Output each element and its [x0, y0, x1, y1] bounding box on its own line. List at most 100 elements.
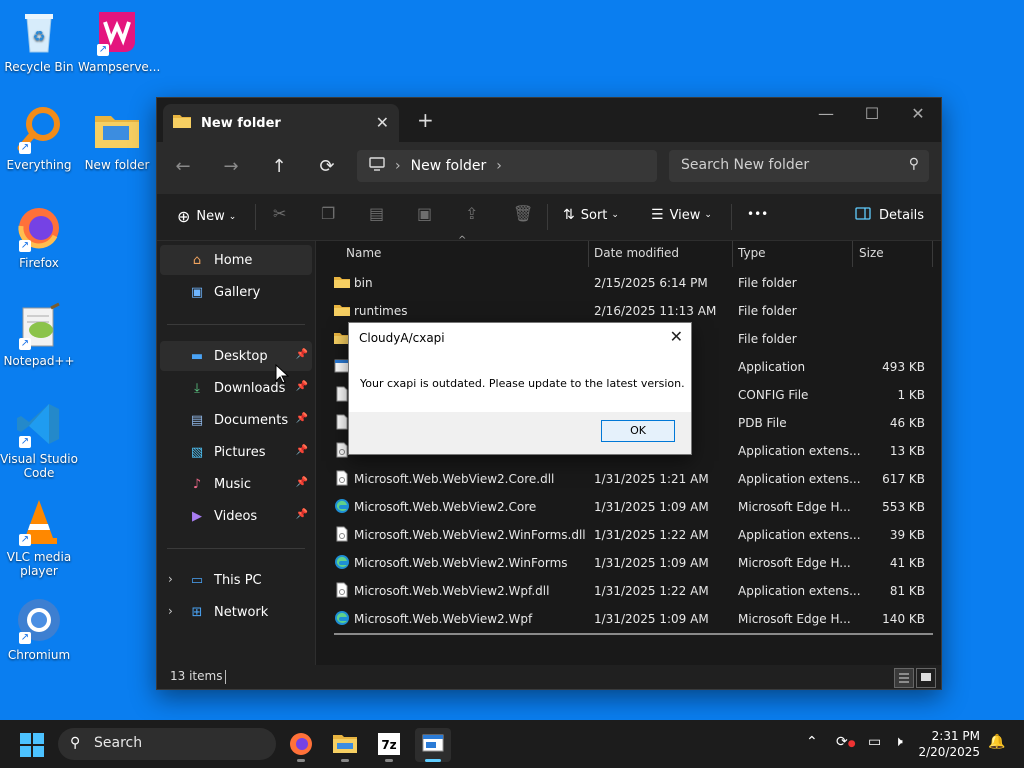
view-button[interactable]: ☰ View ⌄ [651, 207, 712, 223]
cut-icon[interactable]: ✂ [273, 204, 286, 223]
forward-arrow-icon[interactable]: → [219, 156, 243, 177]
clock-time: 2:31 PM [931, 729, 980, 743]
file-name: Microsoft.Web.WebView2.WinForms [354, 556, 568, 570]
column-header-type[interactable]: Type [738, 246, 766, 260]
chevron-right-icon[interactable]: › [496, 158, 502, 174]
file-row[interactable]: Microsoft.Web.WebView2.Wpf.dll 1/31/2025 … [316, 577, 941, 605]
desktop-icon-everything[interactable]: ↗ Everything [0, 106, 78, 172]
sidebar-item-network[interactable]: › ⊞ Network [160, 597, 312, 627]
desktop-icon-vscode[interactable]: ↗ Visual Studio Code [0, 400, 78, 480]
file-name: Microsoft.Web.WebView2.Wpf.dll [354, 584, 550, 598]
file-row[interactable]: Microsoft.Web.WebView2.Core.dll 1/31/2025… [316, 465, 941, 493]
taskbar-app-file-explorer[interactable] [327, 728, 363, 762]
pin-icon[interactable]: 📌 [296, 381, 308, 392]
sidebar-item-home[interactable]: ⌂ Home [160, 245, 312, 275]
tiles-view-button[interactable] [916, 668, 936, 688]
sidebar-item-this-pc[interactable]: › ▭ This PC [160, 565, 312, 595]
command-bar: ⊕ New ⌄ ✂ ❐ ▤ ▣ ⇪ 🗑 ⇅ Sort ⌄ ☰ View ⌄ ••… [157, 194, 941, 241]
taskbar-app-window[interactable] [415, 728, 451, 762]
chevron-down-icon: ⌄ [704, 210, 712, 220]
search-input[interactable]: Search New folder ⚲ [669, 150, 929, 182]
desktop-icon-label: Visual Studio Code [0, 452, 78, 480]
pin-icon[interactable]: 📌 [296, 509, 308, 520]
address-bar[interactable]: › New folder › [357, 150, 657, 182]
delete-icon[interactable]: 🗑 [513, 204, 533, 223]
column-divider[interactable] [932, 241, 933, 267]
clock[interactable]: 2:31 PM 2/20/2025 [918, 728, 980, 760]
column-header-name[interactable]: Name [346, 246, 381, 260]
chevron-up-icon[interactable]: ⌃ [806, 734, 818, 750]
column-divider[interactable] [852, 241, 853, 267]
column-header-date-modified[interactable]: Date modified [594, 246, 679, 260]
desktop-icon-wampserver[interactable]: ↗ Wampserve... [78, 8, 160, 74]
file-row[interactable]: Microsoft.Web.WebView2.WinForms.dll 1/31/… [316, 521, 941, 549]
new-button[interactable]: ⊕ New ⌄ [177, 207, 236, 226]
desktop-icon-chromium[interactable]: ↗ Chromium [0, 596, 78, 662]
column-header-size[interactable]: Size [859, 246, 884, 260]
sort-button[interactable]: ⇅ Sort ⌄ [563, 207, 619, 223]
refresh-icon[interactable]: ⟳ [315, 156, 339, 177]
taskbar-app-7zip[interactable]: 7z [371, 728, 407, 762]
rename-icon[interactable]: ▣ [417, 204, 432, 223]
close-tab-icon[interactable]: ✕ [376, 113, 389, 132]
sidebar-item-pictures[interactable]: ▧ Pictures 📌 [160, 437, 312, 467]
pin-icon[interactable]: 📌 [296, 445, 308, 456]
horizontal-scrollbar[interactable] [334, 633, 933, 635]
notification-bell-icon[interactable]: 🔔 [988, 734, 1005, 750]
sidebar-item-label: Desktop [214, 348, 268, 364]
new-tab-button[interactable]: + [417, 108, 434, 132]
sidebar-item-music[interactable]: ♪ Music 📌 [160, 469, 312, 499]
ok-button[interactable]: OK [601, 420, 675, 442]
minimize-icon[interactable]: — [811, 104, 841, 123]
chevron-right-icon[interactable]: › [168, 604, 173, 618]
pin-icon[interactable]: 📌 [296, 413, 308, 424]
file-row[interactable]: bin 2/15/2025 6:14 PM File folder [316, 269, 941, 297]
up-arrow-icon[interactable]: ↑ [267, 156, 291, 177]
column-divider[interactable] [732, 241, 733, 267]
file-row[interactable]: Microsoft.Web.WebView2.Wpf 1/31/2025 1:09… [316, 605, 941, 633]
gallery-icon: ▣ [190, 284, 204, 300]
maximize-icon[interactable]: ☐ [857, 104, 887, 123]
sidebar-item-desktop[interactable]: ▬ Desktop 📌 [160, 341, 312, 371]
paste-icon[interactable]: ▤ [369, 204, 384, 223]
file-row[interactable]: Microsoft.Web.WebView2.Core 1/31/2025 1:0… [316, 493, 941, 521]
back-arrow-icon[interactable]: ← [171, 156, 195, 177]
shortcut-arrow-icon: ↗ [19, 142, 31, 154]
sidebar-item-documents[interactable]: ▤ Documents 📌 [160, 405, 312, 435]
file-row[interactable]: Microsoft.Web.WebView2.WinForms 1/31/2025… [316, 549, 941, 577]
taskbar-app-firefox[interactable] [283, 728, 319, 762]
desktop-icon-vlc[interactable]: ↗ VLC media player [0, 498, 78, 578]
desktop-icon-recycle-bin[interactable]: ♻ Recycle Bin [0, 8, 78, 74]
start-button[interactable] [20, 733, 44, 761]
sidebar-item-label: Music [214, 476, 251, 492]
taskbar-search-box[interactable]: ⚲ Search [58, 728, 276, 760]
copy-icon[interactable]: ❐ [321, 204, 335, 223]
close-dialog-icon[interactable]: ✕ [670, 327, 683, 346]
column-divider[interactable] [588, 241, 589, 267]
volume-muted-icon[interactable]: 🕨 [894, 734, 903, 750]
tab-new-folder[interactable]: New folder ✕ [163, 104, 399, 142]
share-icon[interactable]: ⇪ [465, 204, 478, 223]
desktop-icon-new-folder[interactable]: New folder [78, 106, 156, 172]
sidebar-divider [167, 324, 305, 325]
sidebar-item-downloads[interactable]: ⤓ Downloads 📌 [160, 373, 312, 403]
chevron-right-icon[interactable]: › [168, 572, 173, 586]
status-divider [225, 670, 226, 684]
breadcrumb-new-folder[interactable]: New folder [411, 158, 487, 174]
file-size: 617 KB [882, 472, 925, 486]
details-view-button[interactable] [894, 668, 914, 688]
file-date: 1/31/2025 1:09 AM [594, 612, 709, 626]
desktop-icon-notepad-plus-plus[interactable]: ↗ Notepad++ [0, 302, 78, 368]
close-window-icon[interactable]: ✕ [903, 104, 933, 123]
pin-icon[interactable]: 📌 [296, 349, 308, 360]
update-icon[interactable]: ⟳● [836, 734, 856, 750]
desktop-icon-firefox[interactable]: ↗ Firefox [0, 204, 78, 270]
sidebar-item-gallery[interactable]: ▣ Gallery [160, 277, 312, 307]
display-icon[interactable]: ▭ [868, 734, 881, 750]
pin-icon[interactable]: 📌 [296, 477, 308, 488]
file-row[interactable]: runtimes 2/16/2025 11:13 AM File folder [316, 297, 941, 325]
details-button[interactable]: Details [855, 207, 924, 224]
edge-icon [334, 554, 350, 570]
see-more-button[interactable]: ••• [747, 207, 768, 221]
sidebar-item-videos[interactable]: ▶ Videos 📌 [160, 501, 312, 531]
